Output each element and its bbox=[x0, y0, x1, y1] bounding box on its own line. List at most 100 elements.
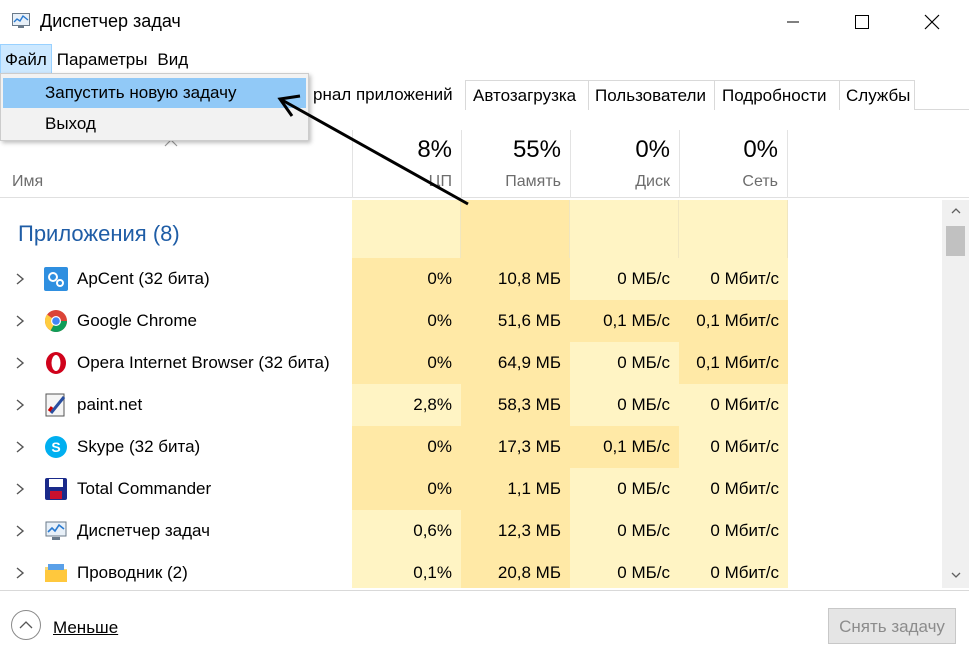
menu-file[interactable]: Файл bbox=[0, 44, 52, 74]
process-name: paint.net bbox=[77, 395, 143, 414]
task-manager-icon bbox=[12, 13, 30, 29]
disk-cell: 0 МБ/с bbox=[570, 468, 679, 510]
floppy-disk-icon bbox=[44, 477, 68, 501]
cpu-percent: 8% bbox=[417, 136, 452, 163]
column-memory[interactable]: 55% Память bbox=[461, 130, 570, 198]
scroll-down-arrow-icon[interactable] bbox=[942, 564, 969, 586]
network-cell: 0 Мбит/с bbox=[679, 384, 788, 426]
process-name: Skype (32 бита) bbox=[77, 437, 201, 456]
process-name: ApCent (32 бита) bbox=[77, 269, 210, 288]
chrome-icon bbox=[44, 309, 68, 333]
disk-cell: 0 МБ/с bbox=[570, 510, 679, 552]
disk-cell: 0,1 МБ/с bbox=[570, 300, 679, 342]
cpu-cell: 0% bbox=[352, 258, 461, 300]
scroll-up-arrow-icon[interactable] bbox=[942, 200, 969, 222]
chevron-right-icon[interactable] bbox=[13, 564, 27, 582]
memory-cell: 51,6 МБ bbox=[461, 300, 570, 342]
end-task-button[interactable]: Снять задачу bbox=[828, 608, 956, 644]
process-row[interactable]: Google Chrome 0% 51,6 МБ 0,1 МБ/с 0,1 Мбит/с bbox=[0, 300, 941, 342]
close-button[interactable] bbox=[909, 0, 955, 44]
cpu-cell: 0% bbox=[352, 468, 461, 510]
footer: Меньше Снять задачу bbox=[0, 590, 969, 661]
cpu-cell: 0% bbox=[352, 300, 461, 342]
scrollbar-thumb[interactable] bbox=[946, 226, 965, 256]
memory-cell: 12,3 МБ bbox=[461, 510, 570, 552]
tab-details[interactable]: Подробности bbox=[715, 80, 840, 110]
disk-cell: 0 МБ/с bbox=[570, 552, 679, 588]
menu-bar: Файл Параметры Вид bbox=[0, 44, 969, 74]
chevron-right-icon[interactable] bbox=[13, 354, 27, 372]
process-row[interactable]: Диспетчер задач 0,6% 12,3 МБ 0 МБ/с 0 Мбит/с bbox=[0, 510, 941, 552]
menu-options[interactable]: Параметры bbox=[52, 44, 153, 74]
cpu-cell: 0% bbox=[352, 342, 461, 384]
window-title: Диспетчер задач bbox=[40, 11, 181, 31]
network-cell: 0 Мбит/с bbox=[679, 468, 788, 510]
memory-percent: 55% bbox=[512, 136, 561, 163]
memory-cell: 1,1 МБ bbox=[461, 468, 570, 510]
disk-cell: 0 МБ/с bbox=[570, 342, 679, 384]
tab-startup[interactable]: Автозагрузка bbox=[466, 80, 589, 110]
cpu-cell: 0,6% bbox=[352, 510, 461, 552]
process-name: Google Chrome bbox=[77, 311, 198, 330]
disk-cell: 0 МБ/с bbox=[570, 384, 679, 426]
fewer-details-link[interactable]: Меньше bbox=[53, 618, 118, 638]
process-name: Проводник (2) bbox=[77, 563, 188, 582]
cpu-label: ЦП bbox=[428, 173, 452, 190]
network-cell: 0 Мбит/с bbox=[679, 510, 788, 552]
network-cell: 0 Мбит/с bbox=[679, 552, 788, 588]
folder-icon bbox=[44, 561, 68, 585]
disk-percent: 0% bbox=[635, 136, 670, 163]
tab-app-history[interactable]: рнал приложений bbox=[309, 80, 466, 110]
cpu-cell: 0,1% bbox=[352, 552, 461, 588]
column-name-label[interactable]: Имя bbox=[12, 173, 43, 191]
process-row[interactable]: Opera Internet Browser (32 бита) 0% 64,9 М… bbox=[0, 342, 941, 384]
process-row[interactable]: ApCent (32 бита) 0% 10,8 МБ 0 МБ/с 0 Мбит/с bbox=[0, 258, 941, 300]
network-label: Сеть bbox=[742, 173, 778, 190]
process-row[interactable]: S Skype (32 бита) 0% 17,3 МБ 0,1 МБ/с 0 Мбит/… bbox=[0, 426, 941, 468]
maximize-button[interactable] bbox=[839, 0, 885, 44]
process-row[interactable]: Total Commander 0% 1,1 МБ 0 МБ/с 0 Мбит/с bbox=[0, 468, 941, 510]
chevron-right-icon[interactable] bbox=[13, 396, 27, 414]
column-cpu[interactable]: 8% ЦП bbox=[352, 130, 461, 198]
menu-exit[interactable]: Выход bbox=[3, 109, 306, 139]
vertical-scrollbar[interactable] bbox=[942, 200, 969, 588]
memory-cell: 64,9 МБ bbox=[461, 342, 570, 384]
process-row[interactable]: paint.net 2,8% 58,3 МБ 0 МБ/с 0 Мбит/с bbox=[0, 384, 941, 426]
cpu-cell: 2,8% bbox=[352, 384, 461, 426]
svg-text:S: S bbox=[51, 439, 60, 455]
skype-icon: S bbox=[44, 435, 68, 459]
opera-icon bbox=[44, 351, 68, 375]
memory-cell: 17,3 МБ bbox=[461, 426, 570, 468]
tab-users[interactable]: Пользователи bbox=[589, 80, 715, 110]
chevron-right-icon[interactable] bbox=[13, 312, 27, 330]
process-grid: Приложения (8) ApCent (32 бита) 0% 10,8 МБ… bbox=[0, 200, 941, 588]
menu-view[interactable]: Вид bbox=[152, 44, 193, 74]
fewer-label-text: Меньше bbox=[53, 618, 119, 637]
minimize-button[interactable] bbox=[770, 0, 816, 44]
column-network[interactable]: 0% Сеть bbox=[679, 130, 788, 198]
chevron-right-icon[interactable] bbox=[13, 522, 27, 540]
group-apps-title[interactable]: Приложения (8) bbox=[18, 221, 180, 247]
title-bar: Диспетчер задач bbox=[0, 0, 969, 44]
network-cell: 0 Мбит/с bbox=[679, 426, 788, 468]
process-name: Диспетчер задач bbox=[77, 521, 210, 540]
network-percent: 0% bbox=[743, 136, 778, 163]
disk-cell: 0,1 МБ/с bbox=[570, 426, 679, 468]
process-row[interactable]: Проводник (2) 0,1% 20,8 МБ 0 МБ/с 0 Мбит/с bbox=[0, 552, 941, 588]
tab-services[interactable]: Службы bbox=[840, 80, 915, 110]
network-cell: 0 Мбит/с bbox=[679, 258, 788, 300]
memory-cell: 58,3 МБ bbox=[461, 384, 570, 426]
apcent-gear-icon bbox=[44, 267, 68, 291]
memory-cell: 10,8 МБ bbox=[461, 258, 570, 300]
menu-run-new-task[interactable]: Запустить новую задачу bbox=[3, 78, 306, 108]
disk-label: Диск bbox=[635, 173, 670, 190]
paintnet-icon bbox=[44, 393, 68, 417]
chevron-right-icon[interactable] bbox=[13, 480, 27, 498]
disk-cell: 0 МБ/с bbox=[570, 258, 679, 300]
network-cell: 0,1 Мбит/с bbox=[679, 342, 788, 384]
chevron-right-icon[interactable] bbox=[13, 438, 27, 456]
column-disk[interactable]: 0% Диск bbox=[570, 130, 679, 198]
chevron-up-circle-icon[interactable] bbox=[11, 610, 41, 640]
memory-label: Память bbox=[505, 173, 561, 190]
chevron-right-icon[interactable] bbox=[13, 270, 27, 288]
